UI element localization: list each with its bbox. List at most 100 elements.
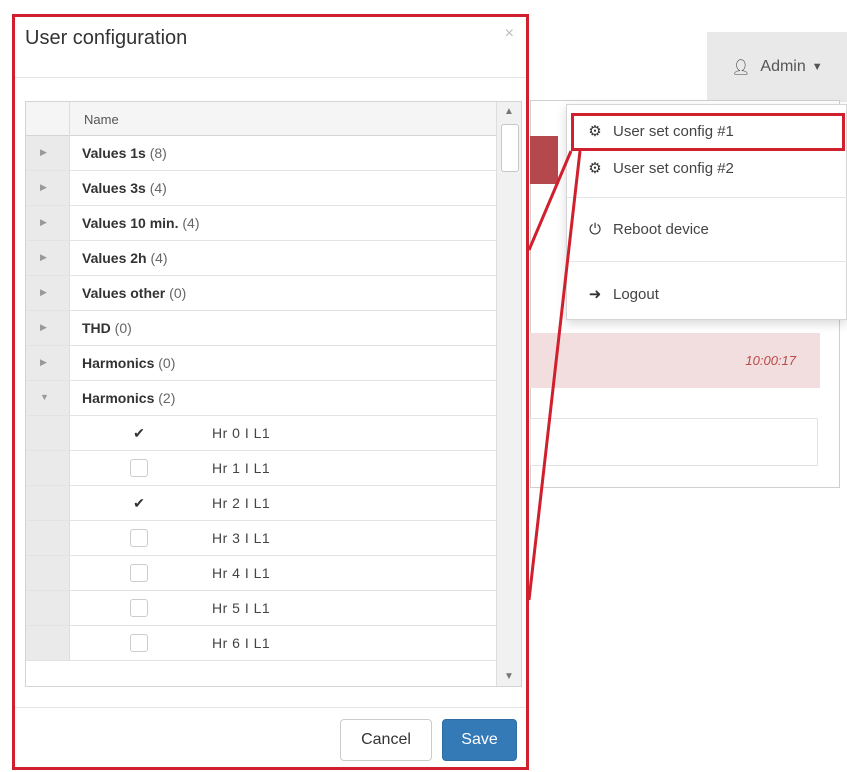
menu-item-label: Logout xyxy=(613,285,659,303)
group-count: (4) xyxy=(182,215,200,231)
expand-arrow-icon[interactable]: ▶ xyxy=(40,252,47,263)
item-checkbox[interactable] xyxy=(130,599,148,617)
admin-menu-toggle[interactable]: 👤︎ Admin ▼ xyxy=(707,32,847,102)
grid-header: Name xyxy=(26,102,496,136)
grid-header-expander-column xyxy=(26,102,70,136)
menu-item-reboot-device[interactable]: ⏻︎ Reboot device xyxy=(585,221,709,238)
group-name: Values 2h xyxy=(82,250,147,266)
group-name: Harmonics xyxy=(82,355,155,371)
menu-divider xyxy=(567,197,847,198)
item-checkbox[interactable] xyxy=(130,634,148,652)
row-indent-cell xyxy=(26,451,70,485)
alert-timestamp: 10:00:17 xyxy=(745,353,796,368)
group-label: Harmonics (2) xyxy=(82,390,175,406)
row-expander-cell: ▶ xyxy=(26,276,70,310)
menu-item-label: Reboot device xyxy=(613,221,709,238)
group-row[interactable]: ▶ Values 1s (8) xyxy=(26,136,496,171)
group-name: Harmonics xyxy=(82,390,155,406)
power-icon: ⏻︎ xyxy=(589,221,601,238)
item-label: Hr 2 I L1 xyxy=(212,495,271,511)
row-indent-cell xyxy=(26,521,70,555)
group-label: Values 10 min. (4) xyxy=(82,215,200,231)
row-indent-cell xyxy=(26,626,70,660)
item-label: Hr 3 I L1 xyxy=(212,530,271,546)
row-expander-cell: ▶ xyxy=(26,171,70,205)
item-row: ✔ Hr 2 I L1 xyxy=(26,486,496,521)
item-row: Hr 4 I L1 xyxy=(26,556,496,591)
item-checkbox[interactable]: ✔ xyxy=(130,424,148,442)
group-row[interactable]: ▶ Values 2h (4) xyxy=(26,241,496,276)
expand-arrow-icon[interactable]: ▶ xyxy=(40,147,47,158)
group-label: Values 2h (4) xyxy=(82,250,168,266)
row-indent-cell xyxy=(26,416,70,450)
scroll-up-arrow-icon[interactable]: ▲ xyxy=(504,106,514,117)
cancel-button[interactable]: Cancel xyxy=(340,719,432,761)
item-row: ✔ Hr 0 I L1 xyxy=(26,416,496,451)
modal-footer-divider xyxy=(15,707,526,708)
group-count: (2) xyxy=(158,390,176,406)
expand-arrow-icon[interactable]: ▶ xyxy=(40,217,47,228)
group-label: Values 1s (8) xyxy=(82,145,167,161)
row-expander-cell: ▶ xyxy=(26,241,70,275)
item-label: Hr 4 I L1 xyxy=(212,565,271,581)
expand-arrow-icon[interactable]: ▶ xyxy=(40,357,47,368)
column-header-name[interactable]: Name xyxy=(84,112,119,127)
group-row[interactable]: ▶ Values 3s (4) xyxy=(26,171,496,206)
item-row: Hr 1 I L1 xyxy=(26,451,496,486)
group-label: Values 3s (4) xyxy=(82,180,167,196)
group-name: Values 1s xyxy=(82,145,146,161)
group-row[interactable]: ▶ Values other (0) xyxy=(26,276,496,311)
group-row[interactable]: ▶ THD (0) xyxy=(26,311,496,346)
save-button[interactable]: Save xyxy=(442,719,517,761)
item-label: Hr 6 I L1 xyxy=(212,635,271,651)
group-name: Values 3s xyxy=(82,180,146,196)
group-label: Values other (0) xyxy=(82,285,186,301)
row-indent-cell xyxy=(26,556,70,590)
item-checkbox[interactable] xyxy=(130,564,148,582)
scroll-thumb[interactable] xyxy=(501,124,519,172)
group-count: (0) xyxy=(114,320,132,336)
menu-divider xyxy=(567,261,847,262)
group-row[interactable]: ▶ Values 10 min. (4) xyxy=(26,206,496,241)
item-checkbox[interactable] xyxy=(130,459,148,477)
group-count: (4) xyxy=(149,180,167,196)
group-name: Values other xyxy=(82,285,166,301)
item-row: Hr 6 I L1 xyxy=(26,626,496,661)
caret-down-icon: ▼ xyxy=(811,61,823,73)
expand-arrow-icon[interactable]: ▶ xyxy=(40,182,47,193)
group-row[interactable]: ▶ Harmonics (0) xyxy=(26,346,496,381)
item-row: Hr 3 I L1 xyxy=(26,521,496,556)
group-label: THD (0) xyxy=(82,320,132,336)
user-configuration-modal: User configuration × Name ▶ Values 1s (8… xyxy=(12,14,529,770)
row-expander-cell: ▶ xyxy=(26,136,70,170)
group-count: (0) xyxy=(158,355,176,371)
gear-icon: ⚙︎ xyxy=(588,160,602,177)
item-row: Hr 5 I L1 xyxy=(26,591,496,626)
row-expander-cell: ▶ xyxy=(26,346,70,380)
group-name: THD xyxy=(82,320,111,336)
close-icon[interactable]: × xyxy=(505,25,514,43)
group-count: (0) xyxy=(169,285,187,301)
modal-header-divider xyxy=(15,77,526,78)
row-expander-cell: ▼ xyxy=(26,381,70,415)
expand-arrow-icon[interactable]: ▶ xyxy=(40,287,47,298)
collapse-arrow-icon[interactable]: ▼ xyxy=(40,392,49,402)
background-alert-row: 10:00:17 xyxy=(530,333,820,388)
group-row[interactable]: ▼ Harmonics (2) xyxy=(26,381,496,416)
group-count: (4) xyxy=(150,250,168,266)
item-checkbox[interactable]: ✔ xyxy=(130,494,148,512)
menu-item-logout[interactable]: ➜ Logout xyxy=(585,285,659,304)
row-indent-cell xyxy=(26,591,70,625)
scroll-down-arrow-icon[interactable]: ▼ xyxy=(504,671,514,682)
grid-scrollbar[interactable]: ▲ ▼ xyxy=(496,102,521,686)
expand-arrow-icon[interactable]: ▶ xyxy=(40,322,47,333)
row-expander-cell: ▶ xyxy=(26,311,70,345)
background-alert-stripe xyxy=(530,136,558,184)
group-label: Harmonics (0) xyxy=(82,355,175,371)
user-icon: 👤︎ xyxy=(731,59,751,76)
item-checkbox[interactable] xyxy=(130,529,148,547)
logout-icon: ➜ xyxy=(588,286,602,303)
menu-item-user-set-config-2[interactable]: ⚙︎ User set config #2 xyxy=(585,159,734,178)
admin-label: Admin xyxy=(760,58,806,75)
group-name: Values 10 min. xyxy=(82,215,179,231)
